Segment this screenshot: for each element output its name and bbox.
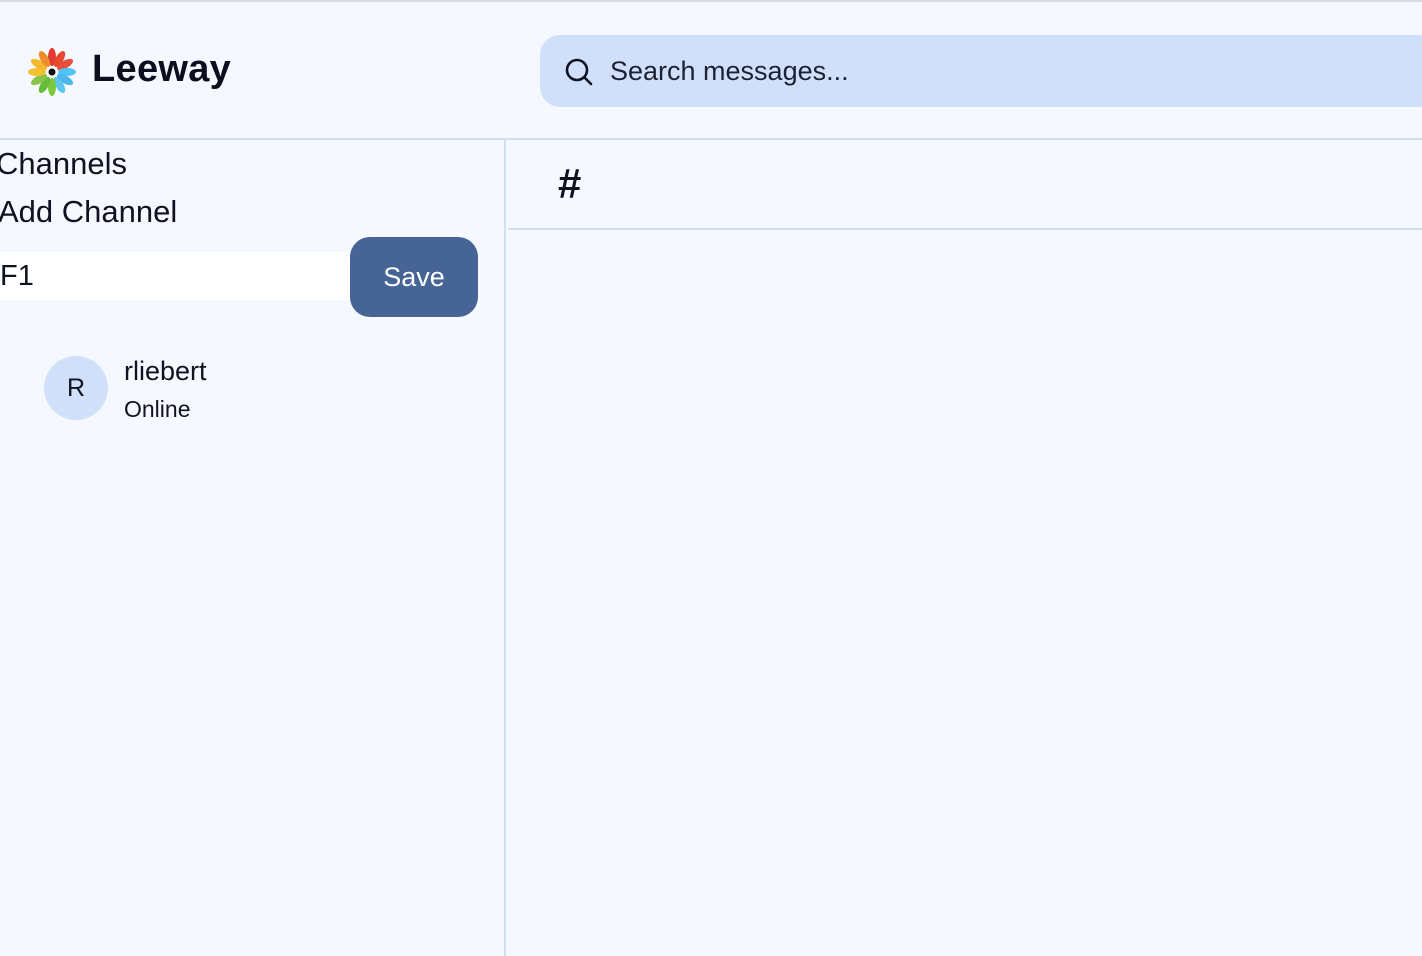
sidebar: Channels Add Channel Save R rliebert Onl…: [0, 140, 506, 956]
username: rliebert: [124, 356, 207, 386]
channels-heading: Channels: [0, 146, 127, 181]
search-input[interactable]: [610, 35, 1410, 107]
user-list-item[interactable]: R rliebert Online: [44, 356, 484, 422]
user-status: Online: [124, 396, 191, 422]
add-channel-link[interactable]: Add Channel: [0, 194, 177, 230]
save-button[interactable]: Save: [350, 237, 478, 317]
brand-name: Leeway: [92, 48, 232, 90]
main-panel: #: [508, 140, 1422, 956]
avatar: R: [44, 356, 108, 420]
app-header: Leeway: [0, 2, 1422, 140]
app-window: Leeway Channels Add Channel Save R rlieb…: [0, 0, 1422, 956]
channel-name-input[interactable]: [0, 252, 350, 300]
channel-header: #: [508, 140, 1422, 230]
search-icon: [565, 58, 593, 86]
search-bar[interactable]: [540, 35, 1422, 107]
hash-icon: #: [558, 160, 582, 207]
flower-logo-icon: [28, 48, 76, 96]
